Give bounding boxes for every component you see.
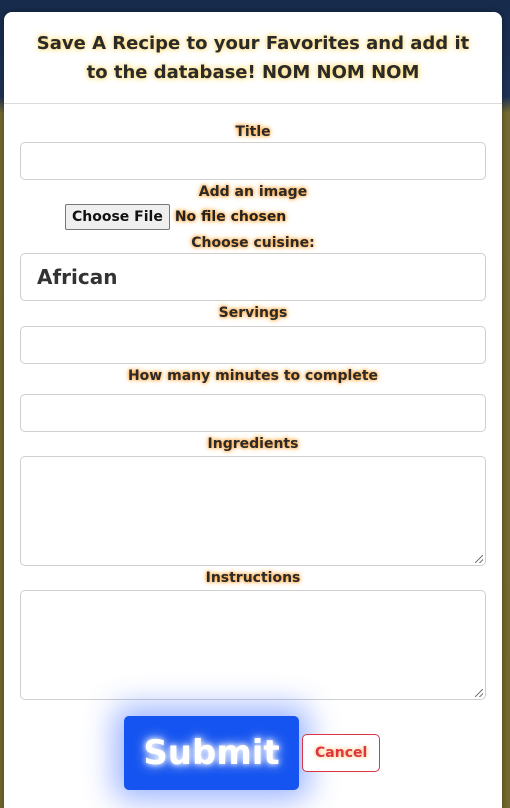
cuisine-select[interactable]: African <box>20 253 486 301</box>
cuisine-selected-value: African <box>37 265 118 289</box>
cancel-button[interactable]: Cancel <box>302 734 381 772</box>
instructions-textarea[interactable] <box>20 590 486 700</box>
minutes-input[interactable] <box>20 394 486 432</box>
resize-grip-icon[interactable] <box>475 555 483 563</box>
servings-input[interactable] <box>20 326 486 364</box>
add-recipe-modal: Save A Recipe to your Favorites and add … <box>4 12 502 808</box>
form-actions: Submit Cancel <box>124 716 381 790</box>
minutes-label: How many minutes to complete <box>127 368 379 384</box>
image-file-input[interactable]: Choose File No file chosen <box>20 202 486 232</box>
modal-title: Save A Recipe to your Favorites and add … <box>36 32 470 83</box>
modal-header: Save A Recipe to your Favorites and add … <box>4 12 502 104</box>
title-input[interactable] <box>20 142 486 180</box>
resize-grip-icon[interactable] <box>475 689 483 697</box>
submit-button[interactable]: Submit <box>124 716 299 790</box>
ingredients-textarea[interactable] <box>20 456 486 566</box>
image-label: Add an image <box>198 184 308 200</box>
instructions-label: Instructions <box>205 570 301 586</box>
recipe-form: Title Add an image Choose File No file c… <box>4 104 502 700</box>
servings-label: Servings <box>218 305 288 321</box>
choose-file-button[interactable]: Choose File <box>65 204 170 230</box>
title-label: Title <box>235 124 271 140</box>
ingredients-label: Ingredients <box>207 436 299 452</box>
file-status: No file chosen <box>174 209 287 225</box>
cuisine-label: Choose cuisine: <box>191 235 315 251</box>
